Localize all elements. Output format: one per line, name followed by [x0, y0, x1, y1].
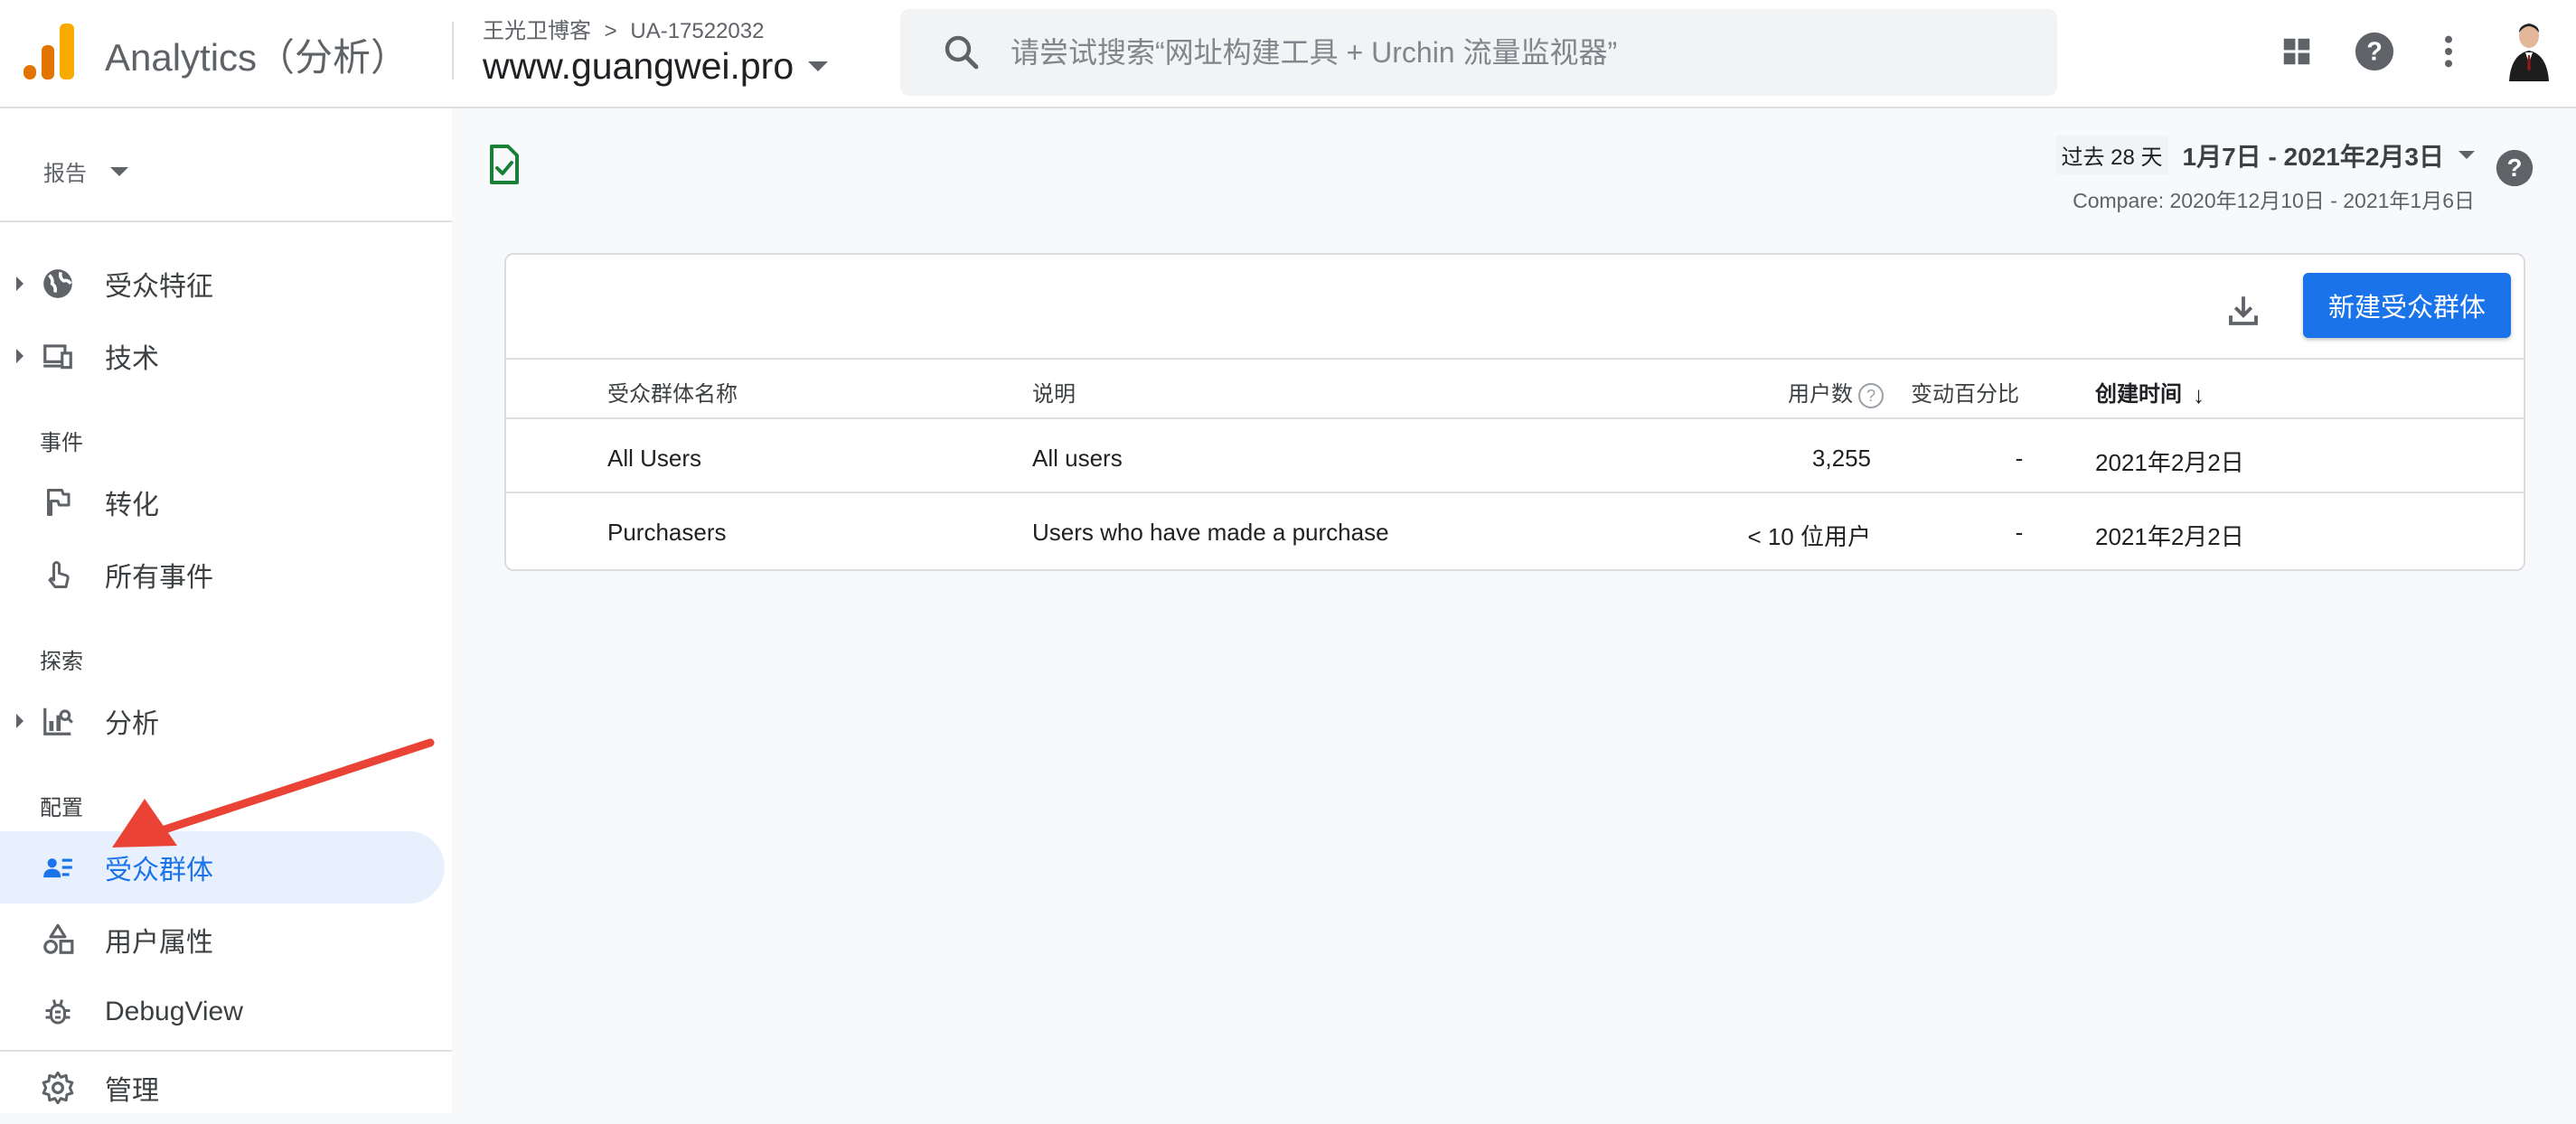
- audiences-card: 新建受众群体 受众群体名称 说明 用户数? 变动百分比 创建时间 ↓ All Us…: [504, 253, 2525, 571]
- devices-icon: [38, 336, 78, 376]
- search-input[interactable]: [1009, 34, 2007, 70]
- search-bar[interactable]: [900, 9, 2057, 96]
- cell-audience-name[interactable]: Purchasers: [607, 519, 727, 547]
- property-selector[interactable]: www.guangwei.pro: [483, 45, 829, 88]
- shapes-icon: [38, 920, 78, 960]
- globe-icon: [38, 264, 78, 304]
- sidebar-item-all-events[interactable]: 所有事件: [0, 539, 445, 611]
- date-range-text: 1月7日 - 2021年2月3日: [2182, 142, 2444, 171]
- sidebar-item-label: 用户属性: [105, 928, 213, 958]
- property-name: www.guangwei.pro: [483, 45, 794, 87]
- help-small-icon[interactable]: ?: [1858, 382, 1884, 408]
- sidebar-item-label: 分析: [105, 709, 159, 739]
- chevron-down-icon: [808, 61, 829, 71]
- section-label-events: 事件: [40, 431, 83, 455]
- flag-icon: [38, 482, 78, 522]
- sidebar-item-label: DebugView: [105, 997, 243, 1026]
- svg-text:?: ?: [2366, 38, 2383, 67]
- header-divider: [452, 22, 454, 80]
- column-header-description[interactable]: 说明: [1032, 376, 1076, 407]
- report-menu-toggle[interactable]: 报告: [43, 155, 128, 187]
- sidebar-item-label: 受众群体: [105, 856, 213, 885]
- last-days-chip: 过去 28 天: [2055, 136, 2168, 174]
- cell-users: < 10 位用户: [1747, 523, 1871, 550]
- sidebar-item-label: 所有事件: [105, 563, 213, 593]
- expand-arrow-icon: [16, 276, 24, 291]
- row-divider: [506, 492, 2524, 493]
- property-id: UA-17522032: [630, 19, 765, 43]
- table-divider: [506, 417, 2524, 419]
- chevron-down-icon: [2458, 151, 2475, 159]
- sidebar-item-label: 管理: [105, 1076, 159, 1106]
- cell-audience-name[interactable]: All Users: [607, 445, 701, 473]
- cell-change: -: [2015, 519, 2024, 546]
- help-icon[interactable]: ?: [2495, 148, 2534, 188]
- sort-down-icon: ↓: [2193, 381, 2205, 409]
- app-title: Analytics（分析）: [105, 36, 409, 79]
- more-vert-icon[interactable]: [2424, 27, 2473, 76]
- search-icon: [945, 35, 979, 70]
- column-header-name[interactable]: 受众群体名称: [607, 376, 738, 407]
- cell-created: 2021年2月2日: [2095, 449, 2244, 476]
- account-name: 王光卫博客: [483, 19, 591, 43]
- account-avatar[interactable]: [2505, 20, 2552, 81]
- cell-users: 3,255: [1811, 445, 1871, 472]
- cell-change: -: [2015, 445, 2024, 472]
- sidebar-item-demographics[interactable]: 受众特征: [0, 248, 445, 320]
- sidebar-item-conversions[interactable]: 转化: [0, 466, 445, 539]
- cell-description: Users who have made a purchase: [1032, 519, 1389, 546]
- apps-grid-icon[interactable]: [2272, 27, 2321, 76]
- bug-icon: [38, 992, 78, 1032]
- sidebar-item-audiences[interactable]: 受众群体: [0, 831, 445, 904]
- report-label: 报告: [43, 162, 87, 186]
- chevron-down-icon: [110, 166, 128, 176]
- expand-arrow-icon: [16, 349, 24, 363]
- table-divider: [506, 358, 2524, 360]
- expand-arrow-icon: [16, 714, 24, 728]
- sidebar: 报告 受众特征 技术 事件 转化 所有事件 探索 分析 配置 受众群体 用户属性…: [0, 108, 452, 1113]
- top-app-bar: Analytics（分析） 王光卫博客 > UA-17522032 www.gu…: [0, 0, 2576, 108]
- compare-range-text: Compare: 2020年12月10日 - 2021年1月6日: [2073, 189, 2475, 212]
- touch-icon: [38, 555, 78, 595]
- help-icon[interactable]: ?: [2350, 27, 2399, 76]
- cell-description: All users: [1032, 445, 1123, 472]
- sidebar-item-admin[interactable]: 管理: [0, 1052, 445, 1124]
- sidebar-item-label: 受众特征: [105, 272, 213, 302]
- created-header-label: 创建时间: [2095, 382, 2182, 407]
- sidebar-item-analysis[interactable]: 分析: [0, 685, 445, 757]
- analysis-icon: [38, 701, 78, 741]
- breadcrumb-separator: >: [604, 19, 617, 43]
- new-audience-button[interactable]: 新建受众群体: [2303, 273, 2511, 338]
- gear-icon: [38, 1068, 78, 1108]
- sidebar-item-label: 技术: [105, 344, 159, 374]
- download-icon[interactable]: [2220, 287, 2267, 334]
- column-header-change[interactable]: 变动百分比: [1911, 376, 2019, 407]
- users-header-label: 用户数: [1788, 382, 1853, 407]
- account-breadcrumb[interactable]: 王光卫博客 > UA-17522032: [483, 13, 764, 44]
- verified-doc-icon[interactable]: [486, 145, 522, 184]
- sidebar-item-user-properties[interactable]: 用户属性: [0, 904, 445, 976]
- svg-text:?: ?: [2507, 154, 2523, 182]
- sidebar-item-label: 转化: [105, 491, 159, 520]
- analytics-logo-icon[interactable]: [22, 23, 76, 80]
- date-range-picker[interactable]: 过去 28 天 1月7日 - 2021年2月3日 Compare: 2020年1…: [2055, 136, 2475, 214]
- date-range-row[interactable]: 过去 28 天 1月7日 - 2021年2月3日: [2055, 136, 2475, 174]
- cell-created: 2021年2月2日: [2095, 523, 2244, 550]
- column-header-created[interactable]: 创建时间 ↓: [2095, 376, 2205, 409]
- audience-icon: [38, 848, 78, 887]
- sidebar-item-debugview[interactable]: DebugView: [0, 976, 445, 1048]
- section-label-explore: 探索: [40, 650, 83, 674]
- sidebar-divider: [0, 220, 452, 222]
- sidebar-item-tech[interactable]: 技术: [0, 320, 445, 392]
- column-header-users[interactable]: 用户数?: [1788, 376, 1884, 408]
- section-label-config: 配置: [40, 796, 83, 820]
